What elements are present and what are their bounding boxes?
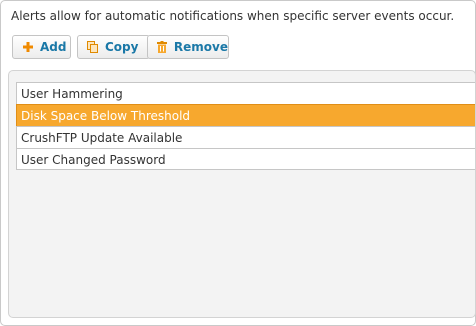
copy-button-label: Copy bbox=[105, 40, 139, 54]
copy-button[interactable]: Copy bbox=[77, 35, 150, 59]
alerts-list-frame: User Hammering Disk Space Below Threshol… bbox=[8, 70, 476, 318]
trash-icon bbox=[157, 41, 168, 53]
add-button-label: Add bbox=[40, 40, 67, 54]
alerts-panel: Alerts allow for automatic notifications… bbox=[0, 0, 476, 326]
alert-item-crushftp-update-available[interactable]: CrushFTP Update Available bbox=[16, 126, 475, 148]
plus-icon bbox=[22, 41, 34, 53]
alert-item-user-hammering[interactable]: User Hammering bbox=[16, 82, 475, 104]
alert-item-user-changed-password[interactable]: User Changed Password bbox=[16, 148, 475, 170]
alert-item-disk-space-below-threshold[interactable]: Disk Space Below Threshold bbox=[16, 104, 475, 126]
remove-button-label: Remove bbox=[173, 40, 228, 54]
alerts-list: User Hammering Disk Space Below Threshol… bbox=[16, 82, 475, 170]
add-button[interactable]: Add bbox=[12, 35, 71, 59]
copy-icon bbox=[87, 41, 99, 53]
remove-button[interactable]: Remove bbox=[147, 35, 229, 59]
alerts-description: Alerts allow for automatic notifications… bbox=[11, 9, 455, 23]
